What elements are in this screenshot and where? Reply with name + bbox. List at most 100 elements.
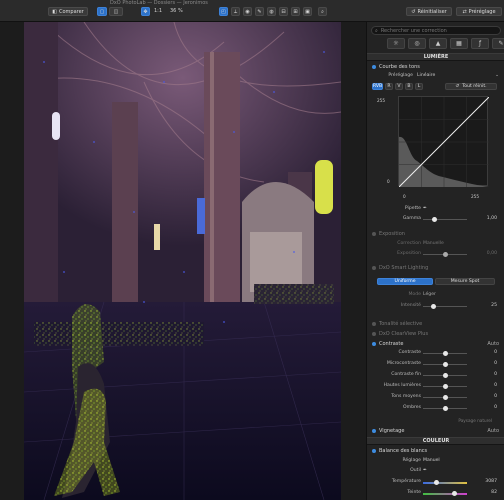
clearview-toggle[interactable] (372, 332, 376, 336)
tone-curve-graph[interactable] (398, 96, 490, 188)
highlights-label: Hautes lumières (383, 383, 421, 388)
white-balance-header[interactable]: Balance des blancs (367, 447, 504, 455)
single-view-icon[interactable]: ▢ (97, 7, 107, 16)
tone-curve-header[interactable]: Courbe des tons (367, 63, 504, 71)
midtones-value[interactable]: 0 (494, 394, 497, 399)
exposure-correction-select[interactable]: Manuelle (423, 241, 479, 247)
fine-contrast-value[interactable]: 0 (494, 372, 497, 377)
tint-value[interactable]: 82 (491, 490, 497, 495)
loupe-icon[interactable]: ⌕ (318, 7, 327, 16)
channel-rgb[interactable]: RVB (372, 83, 383, 90)
channel-l[interactable]: L (415, 83, 423, 90)
red-eye-tool-icon[interactable]: ◉ (243, 7, 252, 16)
presets-button[interactable]: ⇄ Préréglage (456, 7, 502, 16)
exposure-knob[interactable] (443, 252, 448, 257)
compare-button[interactable]: ◧ Comparer (48, 7, 88, 16)
search-box[interactable]: ⌕ (371, 26, 501, 35)
exposure-value[interactable]: 0,00 (487, 251, 497, 256)
contrast-knob[interactable] (443, 351, 448, 356)
move-tool-icon[interactable]: ✥ (141, 7, 150, 16)
channel-b[interactable]: B (405, 83, 413, 90)
curve-input-high[interactable]: 255 (471, 194, 479, 199)
smart-lighting-header[interactable]: DxO Smart Lighting (367, 264, 504, 272)
local-palette-icon[interactable]: ✎ (492, 38, 504, 49)
zoom-ratio[interactable]: 1:1 (154, 8, 162, 14)
smart-lighting-toggle[interactable] (372, 266, 376, 270)
shadows-knob[interactable] (443, 406, 448, 411)
local-adjust-icon[interactable]: ◍ (267, 7, 276, 16)
light-section-header[interactable]: LUMIÈRE (367, 53, 504, 61)
intensity-value[interactable]: 25 (491, 303, 497, 308)
image-viewer[interactable] (0, 22, 366, 500)
contrast-slider[interactable] (423, 351, 467, 356)
perspective-tool-icon[interactable]: ⊞ (291, 7, 300, 16)
microcontrast-slider[interactable] (423, 362, 467, 367)
eyedropper-icon[interactable]: ✒ (423, 468, 427, 473)
uniform-mode-button[interactable]: Uniforme (377, 278, 433, 285)
split-view-icon[interactable]: ◫ (109, 7, 123, 16)
curve-bottom-value[interactable]: 0 (387, 179, 390, 184)
color-palette-icon[interactable]: ◎ (408, 38, 426, 49)
midtones-knob[interactable] (443, 395, 448, 400)
cathedral-photo[interactable] (24, 22, 341, 500)
straighten-tool-icon[interactable]: ⟂ (231, 7, 240, 16)
spot-mode-button[interactable]: Mesure Spot (435, 278, 495, 285)
gamma-value[interactable]: 1,00 (487, 216, 497, 221)
reset-all-curve-button[interactable]: ↺ Tout réinit. (445, 83, 497, 90)
selective-tone-header[interactable]: Tonalité sélective (367, 320, 504, 328)
channel-v[interactable]: V (395, 83, 403, 90)
clearview-header[interactable]: DxO ClearView Plus (367, 330, 504, 338)
fine-contrast-slider[interactable] (423, 373, 467, 378)
effects-palette-icon[interactable]: ƒ (471, 38, 489, 49)
contrast-header[interactable]: Contraste Auto (367, 340, 504, 348)
tint-slider[interactable] (423, 491, 467, 496)
search-input[interactable] (380, 27, 491, 34)
midtones-slider[interactable] (423, 395, 467, 400)
contrast-auto[interactable]: Auto (487, 341, 499, 347)
highlights-knob[interactable] (443, 384, 448, 389)
selective-tone-toggle[interactable] (372, 322, 376, 326)
tone-curve-preset-select[interactable]: Linéaire (417, 73, 473, 79)
intensity-knob[interactable] (431, 304, 436, 309)
intensity-slider[interactable] (423, 304, 467, 309)
fine-contrast-knob[interactable] (443, 373, 448, 378)
detail-palette-icon[interactable]: ▲ (429, 38, 447, 49)
light-palette-icon[interactable]: ☼ (387, 38, 405, 49)
crop-tool-icon[interactable]: ◰ (219, 7, 228, 16)
tint-knob[interactable] (452, 491, 457, 496)
shadows-value[interactable]: 0 (494, 405, 497, 410)
channel-r[interactable]: R (385, 83, 393, 90)
color-section-header[interactable]: COULEUR (367, 437, 504, 445)
white-balance-toggle[interactable] (372, 449, 376, 453)
wb-setting-select[interactable]: Manuel (423, 458, 479, 464)
vignetting-toggle[interactable] (372, 429, 376, 433)
repair-tool-icon[interactable]: ✎ (255, 7, 264, 16)
highlights-value[interactable]: 0 (494, 383, 497, 388)
reset-button[interactable]: ↺ Réinitialiser (406, 7, 452, 16)
geometry-palette-icon[interactable]: ▦ (450, 38, 468, 49)
highlights-slider[interactable] (423, 384, 467, 389)
vignetting-auto[interactable]: Auto (487, 428, 499, 434)
exposure-header[interactable]: Exposition (367, 230, 504, 238)
tone-curve-toggle[interactable] (372, 65, 376, 69)
curve-input-low[interactable]: 0 (403, 194, 406, 199)
contrast-toggle[interactable] (372, 342, 376, 346)
smart-lighting-mode-select[interactable]: Léger (423, 292, 479, 298)
gamma-slider[interactable] (423, 217, 467, 222)
curve-top-value[interactable]: 255 (377, 98, 385, 103)
horizon-tool-icon[interactable]: ⊟ (279, 7, 288, 16)
temperature-knob[interactable] (434, 480, 439, 485)
contrast-value[interactable]: 0 (494, 350, 497, 355)
shadows-slider[interactable] (423, 406, 467, 411)
pipette-icon[interactable]: ✒ (423, 206, 427, 211)
gamma-knob[interactable] (432, 217, 437, 222)
microcontrast-knob[interactable] (443, 362, 448, 367)
zoom-percent[interactable]: 36 % (170, 8, 183, 14)
temperature-slider[interactable] (423, 480, 467, 485)
vignetting-header[interactable]: Vignetage Auto (367, 427, 504, 435)
exposure-toggle[interactable] (372, 232, 376, 236)
microcontrast-value[interactable]: 0 (494, 361, 497, 366)
exposure-slider[interactable] (423, 252, 467, 257)
watermark-tool-icon[interactable]: ▣ (303, 7, 312, 16)
temperature-value[interactable]: 3087 (485, 479, 497, 484)
